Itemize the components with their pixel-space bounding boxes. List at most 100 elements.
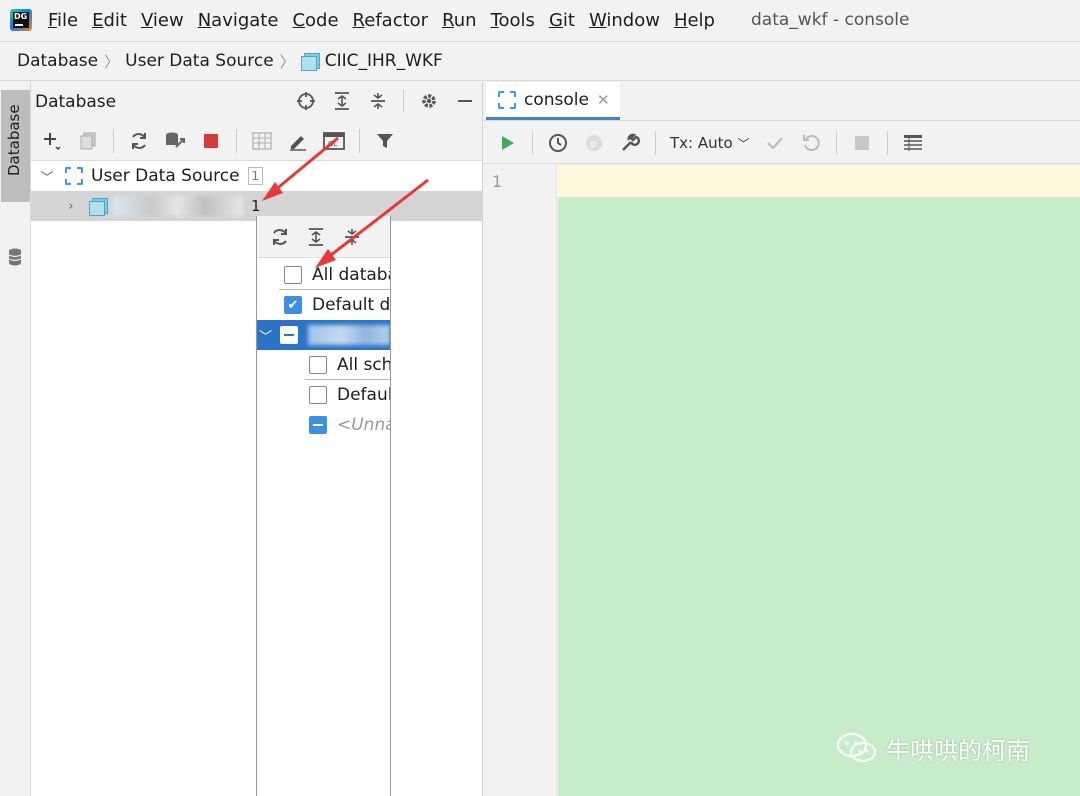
checkbox-checked[interactable]: ✔ (284, 296, 302, 314)
database-panel-toolbar: QL (31, 121, 482, 161)
line-number: 1 (492, 172, 502, 191)
separator (403, 90, 404, 112)
refresh-icon[interactable] (128, 130, 150, 152)
duplicate-icon[interactable] (77, 130, 99, 152)
current-line-highlight (484, 165, 1080, 197)
datagrip-logo-icon: DG (10, 9, 32, 31)
refresh-icon[interactable] (269, 226, 291, 248)
commit-check-icon[interactable] (764, 132, 786, 154)
menu-bar: DG File Edit View Navigate Code Refactor… (0, 0, 1080, 40)
redacted-database-name (113, 196, 243, 216)
checkbox[interactable] (309, 355, 327, 374)
database-count: 1 (251, 197, 261, 215)
code-editor[interactable] (558, 197, 1080, 796)
edit-pencil-icon[interactable] (287, 130, 309, 152)
filter-icon[interactable] (374, 130, 396, 152)
editor-tab-bar: console ✕ (484, 82, 1080, 121)
wrench-icon[interactable] (619, 132, 641, 154)
transaction-mode-label: Tx: Auto (670, 133, 733, 152)
chevron-down-icon[interactable]: ﹀ (259, 326, 272, 345)
collapse-all-icon[interactable] (367, 90, 389, 112)
minimize-icon[interactable] (454, 90, 476, 112)
database-node-selected[interactable]: ﹀ (257, 320, 390, 350)
default-schema-label: Defaul (337, 385, 390, 405)
svg-text:QL: QL (328, 140, 338, 148)
collapse-all-icon[interactable] (341, 226, 363, 248)
redacted-database-name (308, 325, 390, 345)
expand-all-icon[interactable] (331, 90, 353, 112)
window-title: data_wkf - console (751, 10, 910, 30)
separator (359, 128, 360, 153)
stop-icon[interactable] (851, 132, 873, 154)
run-icon[interactable] (496, 132, 518, 154)
checkbox[interactable] (284, 265, 302, 284)
chevron-down-icon: ﹀ (737, 136, 750, 151)
parameters-icon[interactable]: p (583, 132, 605, 154)
schema-filter-popup: All databa ✔ Default da ﹀ All sch Defaul… (256, 216, 391, 796)
database-cylinder-icon[interactable] (8, 248, 22, 266)
database-tree: ﹀ User Data Source 1 › 1 (31, 161, 482, 221)
menu-help[interactable]: Help (674, 10, 715, 31)
breadcrumb-item-data-source[interactable]: User Data Source (125, 51, 274, 71)
unnamed-schema-option[interactable]: <Unna (257, 410, 390, 440)
locate-icon[interactable] (295, 90, 317, 112)
data-source-icon (65, 167, 83, 185)
breadcrumb: Database 〉 User Data Source 〉 CIIC_IHR_W… (0, 41, 1080, 81)
menu-code[interactable]: Code (292, 10, 338, 31)
menu-refactor[interactable]: Refactor (353, 10, 429, 31)
logo-text: DG (14, 12, 28, 21)
chevron-right-icon[interactable]: › (63, 199, 79, 214)
tab-console[interactable]: console ✕ (486, 82, 620, 120)
panel-title: Database (35, 91, 117, 112)
breadcrumb-item-schema[interactable]: CIIC_IHR_WKF (325, 51, 443, 71)
checkbox[interactable] (309, 386, 327, 404)
output-table-icon[interactable] (902, 132, 924, 154)
data-source-label: User Data Source (91, 166, 240, 186)
schema-sync-icon[interactable] (164, 130, 186, 152)
chevron-right-icon: 〉 (104, 52, 120, 71)
sql-console-icon[interactable]: QL (323, 130, 345, 152)
close-icon[interactable]: ✕ (597, 91, 610, 109)
wechat-icon (836, 732, 877, 763)
tree-row-data-source[interactable]: ﹀ User Data Source 1 (31, 161, 482, 191)
database-tool-tab-label: Database (5, 104, 23, 176)
database-tool-tab[interactable]: Database (1, 90, 30, 202)
menu-tools[interactable]: Tools (491, 10, 535, 31)
menu-window[interactable]: Window (589, 10, 660, 31)
separator (886, 130, 888, 155)
tab-console-label: console (524, 89, 589, 110)
database-panel-header: Database (31, 82, 482, 121)
rollback-icon[interactable] (800, 132, 822, 154)
menu-run[interactable]: Run (442, 10, 477, 31)
expand-all-icon[interactable] (305, 226, 327, 248)
history-clock-icon[interactable] (547, 132, 569, 154)
default-database-option[interactable]: ✔ Default da (257, 290, 390, 320)
menu-edit[interactable]: Edit (92, 10, 127, 31)
unnamed-schema-label: <Unna (337, 415, 390, 435)
count-badge: 1 (247, 167, 264, 185)
all-databases-option[interactable]: All databa (279, 260, 390, 290)
default-schema-option[interactable]: Defaul (257, 380, 390, 410)
gear-icon[interactable] (418, 90, 440, 112)
transaction-mode-dropdown[interactable]: Tx: Auto ﹀ (670, 134, 750, 152)
add-icon[interactable] (41, 130, 63, 152)
chevron-down-icon[interactable]: ﹀ (39, 167, 55, 186)
all-schemas-option[interactable]: All sch (305, 350, 390, 380)
separator (655, 130, 656, 155)
checkbox-partial[interactable] (280, 326, 299, 344)
checkbox-partial[interactable] (309, 416, 327, 434)
stop-icon[interactable] (200, 130, 222, 152)
menu-view[interactable]: View (141, 10, 184, 31)
svg-text:p: p (591, 139, 597, 150)
table-editor-icon[interactable] (251, 130, 273, 152)
menu-file[interactable]: File (48, 10, 78, 31)
menu-git[interactable]: Git (549, 10, 575, 31)
database-icon (89, 198, 108, 216)
watermark: 牛哄哄的柯南 (836, 730, 1030, 766)
breadcrumb-item-database[interactable]: Database (17, 51, 98, 71)
database-icon (300, 53, 320, 71)
all-databases-label: All databa (312, 264, 390, 285)
all-schemas-label: All sch (337, 354, 390, 375)
menu-navigate[interactable]: Navigate (198, 10, 279, 31)
line-gutter: 1 (484, 165, 557, 796)
